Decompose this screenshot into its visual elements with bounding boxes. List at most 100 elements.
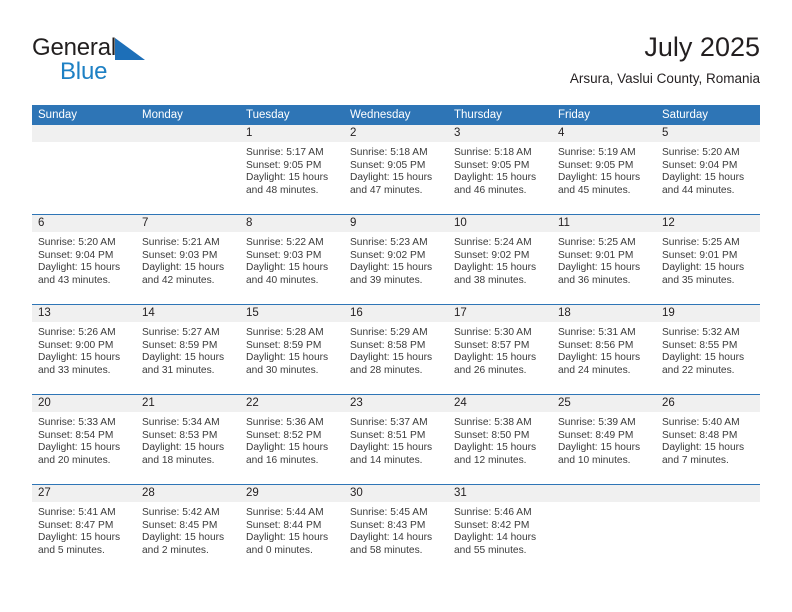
- day-detail-line: Sunrise: 5:19 AM: [558, 147, 636, 158]
- day-cell-16[interactable]: 16 Sunrise: 5:29 AM Sunset: 8:58 PM Dayligh…: [344, 305, 448, 394]
- day-details: Sunrise: 5:46 AM Sunset: 8:42 PM Daylight:…: [448, 502, 552, 557]
- day-cell-20[interactable]: 20 Sunrise: 5:33 AM Sunset: 8:54 PM Dayligh…: [32, 395, 136, 484]
- logo-text-general: General: [32, 34, 116, 61]
- calendar-page: General Blue July 2025 Arsura, Vaslui Co…: [0, 0, 792, 612]
- day-cell-10[interactable]: 10 Sunrise: 5:24 AM Sunset: 9:02 PM Dayligh…: [448, 215, 552, 304]
- day-cell-11[interactable]: 11 Sunrise: 5:25 AM Sunset: 9:01 PM Dayligh…: [552, 215, 656, 304]
- day-detail-line: and 38 minutes.: [454, 274, 527, 286]
- week-cells: 1 Sunrise: 5:17 AM Sunset: 9:05 PM Daylight…: [32, 125, 760, 214]
- day-detail-line: and 7 minutes.: [662, 454, 729, 466]
- day-cell-29[interactable]: 29 Sunrise: 5:44 AM Sunset: 8:44 PM Dayligh…: [240, 485, 344, 574]
- calendar-grid: Sunday Monday Tuesday Wednesday Thursday Frid…: [32, 105, 760, 574]
- day-details: Sunrise: 5:17 AM Sunset: 9:05 PM Daylight:…: [240, 142, 344, 197]
- day-detail-line: Sunrise: 5:23 AM: [350, 237, 428, 248]
- calendar-weeks: 1 Sunrise: 5:17 AM Sunset: 9:05 PM Daylight…: [32, 125, 760, 574]
- day-cell-3[interactable]: 3 Sunrise: 5:18 AM Sunset: 9:05 PM Daylight…: [448, 125, 552, 214]
- day-detail-line: and 48 minutes.: [246, 184, 319, 196]
- page-subtitle: Arsura, Vaslui County, Romania: [569, 71, 760, 86]
- day-cell-13[interactable]: 13 Sunrise: 5:26 AM Sunset: 9:00 PM Dayligh…: [32, 305, 136, 394]
- day-details: Sunrise: 5:29 AM Sunset: 8:58 PM Daylight:…: [344, 322, 448, 377]
- day-cell-19[interactable]: 19 Sunrise: 5:32 AM Sunset: 8:55 PM Dayligh…: [656, 305, 760, 394]
- day-detail-line: and 44 minutes.: [662, 184, 735, 196]
- day-detail-line: and 20 minutes.: [38, 454, 111, 466]
- day-cell-14[interactable]: 14 Sunrise: 5:27 AM Sunset: 8:59 PM Dayligh…: [136, 305, 240, 394]
- day-detail-line: Daylight: 15 hours: [454, 262, 537, 274]
- day-detail-line: Sunrise: 5:28 AM: [246, 327, 324, 338]
- day-number: 16: [344, 305, 448, 322]
- day-cell-4[interactable]: 4 Sunrise: 5:19 AM Sunset: 9:05 PM Daylight…: [552, 125, 656, 214]
- day-detail-line: Sunset: 9:05 PM: [350, 159, 426, 171]
- day-cell-22[interactable]: 22 Sunrise: 5:36 AM Sunset: 8:52 PM Dayligh…: [240, 395, 344, 484]
- day-number: 4: [552, 125, 656, 142]
- day-cell-15[interactable]: 15 Sunrise: 5:28 AM Sunset: 8:59 PM Dayligh…: [240, 305, 344, 394]
- day-detail-line: Sunrise: 5:22 AM: [246, 237, 324, 248]
- day-detail-line: Sunset: 9:04 PM: [662, 159, 738, 171]
- day-details: Sunrise: 5:27 AM Sunset: 8:59 PM Daylight:…: [136, 322, 240, 377]
- day-cell-30[interactable]: 30 Sunrise: 5:45 AM Sunset: 8:43 PM Dayligh…: [344, 485, 448, 574]
- day-cell-9[interactable]: 9 Sunrise: 5:23 AM Sunset: 9:02 PM Daylight…: [344, 215, 448, 304]
- day-cell-26[interactable]: 26 Sunrise: 5:40 AM Sunset: 8:48 PM Dayligh…: [656, 395, 760, 484]
- day-detail-line: Sunset: 9:02 PM: [454, 249, 530, 261]
- day-cell-6[interactable]: 6 Sunrise: 5:20 AM Sunset: 9:04 PM Daylight…: [32, 215, 136, 304]
- day-detail-line: Sunset: 9:05 PM: [454, 159, 530, 171]
- day-detail-line: Daylight: 15 hours: [454, 352, 537, 364]
- day-details: Sunrise: 5:44 AM Sunset: 8:44 PM Daylight:…: [240, 502, 344, 557]
- day-cell-8[interactable]: 8 Sunrise: 5:22 AM Sunset: 9:03 PM Daylight…: [240, 215, 344, 304]
- day-cell-31[interactable]: 31 Sunrise: 5:46 AM Sunset: 8:42 PM Dayligh…: [448, 485, 552, 574]
- day-detail-line: Sunrise: 5:25 AM: [662, 237, 740, 248]
- calendar-week-row: 20 Sunrise: 5:33 AM Sunset: 8:54 PM Dayligh…: [32, 394, 760, 484]
- day-detail-line: Daylight: 15 hours: [558, 262, 641, 274]
- day-number: 18: [552, 305, 656, 322]
- day-detail-line: Daylight: 15 hours: [558, 442, 641, 454]
- day-number: [136, 125, 240, 142]
- day-detail-line: and 18 minutes.: [142, 454, 215, 466]
- day-detail-line: Sunrise: 5:44 AM: [246, 507, 324, 518]
- day-cell-5[interactable]: 5 Sunrise: 5:20 AM Sunset: 9:04 PM Daylight…: [656, 125, 760, 214]
- day-cell-24[interactable]: 24 Sunrise: 5:38 AM Sunset: 8:50 PM Dayligh…: [448, 395, 552, 484]
- day-cell-28[interactable]: 28 Sunrise: 5:42 AM Sunset: 8:45 PM Dayligh…: [136, 485, 240, 574]
- day-cell-1[interactable]: 1 Sunrise: 5:17 AM Sunset: 9:05 PM Daylight…: [240, 125, 344, 214]
- day-detail-line: Sunset: 8:56 PM: [558, 339, 634, 351]
- day-details: [552, 502, 656, 507]
- day-cell-18[interactable]: 18 Sunrise: 5:31 AM Sunset: 8:56 PM Dayligh…: [552, 305, 656, 394]
- day-detail-line: and 36 minutes.: [558, 274, 631, 286]
- day-cell-empty: [32, 125, 136, 214]
- day-cell-25[interactable]: 25 Sunrise: 5:39 AM Sunset: 8:49 PM Dayligh…: [552, 395, 656, 484]
- day-cell-2[interactable]: 2 Sunrise: 5:18 AM Sunset: 9:05 PM Daylight…: [344, 125, 448, 214]
- calendar-week-row: 13 Sunrise: 5:26 AM Sunset: 9:00 PM Dayligh…: [32, 304, 760, 394]
- day-detail-line: Sunrise: 5:34 AM: [142, 417, 220, 428]
- day-detail-line: and 31 minutes.: [142, 364, 215, 376]
- day-detail-line: Sunrise: 5:37 AM: [350, 417, 428, 428]
- day-cell-7[interactable]: 7 Sunrise: 5:21 AM Sunset: 9:03 PM Daylight…: [136, 215, 240, 304]
- day-detail-line: Sunset: 8:48 PM: [662, 429, 738, 441]
- day-header-friday: Friday: [558, 109, 590, 121]
- day-number: 14: [136, 305, 240, 322]
- day-detail-line: and 0 minutes.: [246, 544, 313, 556]
- day-detail-line: Sunrise: 5:41 AM: [38, 507, 116, 518]
- day-cell-12[interactable]: 12 Sunrise: 5:25 AM Sunset: 9:01 PM Dayligh…: [656, 215, 760, 304]
- day-details: Sunrise: 5:22 AM Sunset: 9:03 PM Daylight:…: [240, 232, 344, 287]
- day-number: 12: [656, 215, 760, 232]
- day-detail-line: and 43 minutes.: [38, 274, 111, 286]
- day-cell-21[interactable]: 21 Sunrise: 5:34 AM Sunset: 8:53 PM Dayligh…: [136, 395, 240, 484]
- day-detail-line: Daylight: 15 hours: [558, 352, 641, 364]
- day-cell-17[interactable]: 17 Sunrise: 5:30 AM Sunset: 8:57 PM Dayligh…: [448, 305, 552, 394]
- day-detail-line: Daylight: 15 hours: [38, 532, 121, 544]
- day-detail-line: Daylight: 15 hours: [142, 262, 225, 274]
- day-cell-27[interactable]: 27 Sunrise: 5:41 AM Sunset: 8:47 PM Dayligh…: [32, 485, 136, 574]
- day-detail-line: and 12 minutes.: [454, 454, 527, 466]
- day-number: 27: [32, 485, 136, 502]
- day-details: Sunrise: 5:32 AM Sunset: 8:55 PM Daylight:…: [656, 322, 760, 377]
- day-cell-23[interactable]: 23 Sunrise: 5:37 AM Sunset: 8:51 PM Dayligh…: [344, 395, 448, 484]
- day-number: 22: [240, 395, 344, 412]
- day-detail-line: Sunrise: 5:18 AM: [350, 147, 428, 158]
- day-detail-line: Sunset: 9:05 PM: [558, 159, 634, 171]
- day-detail-line: Sunrise: 5:32 AM: [662, 327, 740, 338]
- week-cells: 13 Sunrise: 5:26 AM Sunset: 9:00 PM Dayligh…: [32, 305, 760, 394]
- day-details: Sunrise: 5:40 AM Sunset: 8:48 PM Daylight:…: [656, 412, 760, 467]
- day-detail-line: Daylight: 15 hours: [454, 172, 537, 184]
- day-detail-line: and 14 minutes.: [350, 454, 423, 466]
- day-details: Sunrise: 5:26 AM Sunset: 9:00 PM Daylight:…: [32, 322, 136, 377]
- generalblue-logo[interactable]: General Blue: [32, 36, 212, 88]
- day-number: 2: [344, 125, 448, 142]
